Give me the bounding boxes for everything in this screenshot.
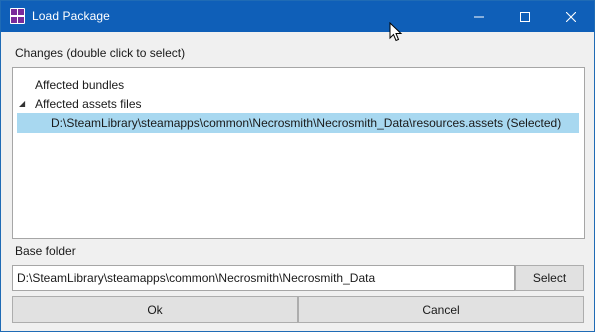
minimize-button[interactable] [456, 1, 502, 32]
app-icon [10, 8, 25, 24]
expand-arrow-icon[interactable]: ◢ [19, 94, 29, 114]
cancel-button[interactable]: Cancel [298, 296, 584, 323]
tree-item-affected-assets-files[interactable]: ◢ Affected assets files [19, 94, 142, 114]
tree-item-label: Affected assets files [35, 97, 142, 111]
minimize-icon [474, 16, 484, 17]
tree-item-resources-assets[interactable]: D:\SteamLibrary\steamapps\common\Necrosm… [17, 113, 579, 133]
maximize-icon [520, 11, 530, 22]
ok-button[interactable]: Ok [12, 296, 298, 323]
tree-item-label: D:\SteamLibrary\steamapps\common\Necrosm… [51, 116, 562, 130]
close-icon [566, 11, 576, 22]
base-folder-label: Base folder [15, 244, 76, 258]
tree-item-label: Affected bundles [35, 78, 125, 92]
title-bar[interactable]: Load Package [1, 1, 594, 32]
changes-tree[interactable]: Affected bundles ◢ Affected assets files … [12, 67, 585, 239]
tree-item-affected-bundles[interactable]: Affected bundles [35, 75, 124, 95]
load-package-dialog: Load Package Changes (double click to se… [0, 0, 595, 332]
window-title: Load Package [32, 9, 110, 23]
select-button[interactable]: Select [515, 265, 584, 291]
base-folder-input[interactable]: D:\SteamLibrary\steamapps\common\Necrosm… [12, 265, 515, 291]
mouse-cursor-icon [389, 22, 403, 42]
changes-label: Changes (double click to select) [15, 46, 186, 60]
maximize-button[interactable] [502, 1, 548, 32]
close-button[interactable] [548, 1, 594, 32]
